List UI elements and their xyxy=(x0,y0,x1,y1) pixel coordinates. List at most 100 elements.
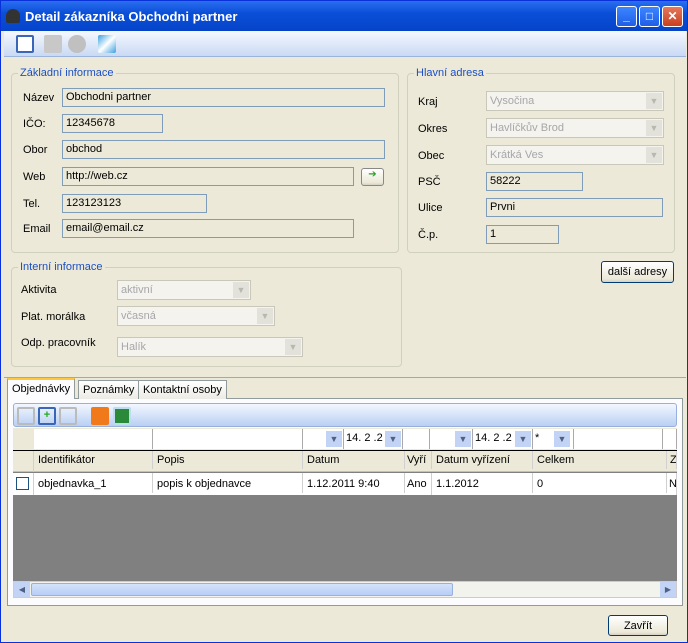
email-label: Email xyxy=(23,223,51,235)
user-icon xyxy=(6,9,20,23)
kraj-select[interactable]: Vysočina ▼ xyxy=(486,91,664,111)
table-row[interactable]: objednavka_1 popis k objednavce 1.12.201… xyxy=(13,473,677,495)
column-header[interactable]: Datum vyřízení xyxy=(432,451,533,469)
cp-label: Č.p. xyxy=(418,229,439,241)
kraj-value: Vysočina xyxy=(490,95,535,107)
filter-date2-value: 14. 2 .2 xyxy=(475,432,512,444)
pracovnik-select[interactable]: Halík ▼ xyxy=(117,337,303,357)
filter-datum-op[interactable]: ▼ xyxy=(303,429,344,449)
chart-icon[interactable] xyxy=(98,35,116,53)
chevron-down-icon: ▼ xyxy=(646,147,662,163)
cell-popis: popis k objednavce xyxy=(153,473,303,493)
pracovnik-label: Odp. pracovník xyxy=(21,337,96,349)
web-field[interactable]: http://web.cz xyxy=(62,167,354,186)
cell-z: Ne xyxy=(667,473,677,495)
row-checkbox[interactable] xyxy=(13,473,34,495)
basic-info-legend: Základní informace xyxy=(20,67,114,79)
tel-field[interactable]: 123123123 xyxy=(62,194,207,213)
more-addresses-button[interactable]: další adresy xyxy=(601,261,674,283)
grid-header: Identifikátor Popis Datum Vyří Datum vyř… xyxy=(13,451,677,472)
tab-objednavky[interactable]: Objednávky xyxy=(7,378,76,399)
column-header[interactable]: Vyří xyxy=(405,451,432,469)
cell-datum: 1.12.2011 9:40 xyxy=(303,473,405,493)
filter-celkem-op-value: * xyxy=(535,432,540,444)
chevron-down-icon: ▼ xyxy=(326,431,342,447)
filter-datum-vyrizeni-op[interactable]: ▼ xyxy=(430,429,473,449)
filter-datum-vyrizeni[interactable]: 14. 2 .2 ▼ xyxy=(473,429,533,449)
column-header[interactable]: Datum xyxy=(303,451,405,469)
tel-label: Tel. xyxy=(23,198,41,210)
cell-vyrizeno: Ano xyxy=(405,473,432,495)
psc-field[interactable]: 58222 xyxy=(486,172,583,191)
tab-kontaktni-osoby[interactable]: Kontaktní osoby xyxy=(138,380,227,399)
cp-field[interactable]: 1 xyxy=(486,225,559,244)
okres-select[interactable]: Havlíčkův Brod ▼ xyxy=(486,118,664,138)
chevron-down-icon: ▼ xyxy=(285,339,301,355)
chevron-down-icon: ▼ xyxy=(257,308,273,324)
psc-label: PSČ xyxy=(418,176,441,188)
column-header[interactable]: Celkem xyxy=(533,451,667,469)
email-field[interactable]: email@email.cz xyxy=(62,219,354,238)
aktivita-select[interactable]: aktivní ▼ xyxy=(117,280,251,300)
okres-label: Okres xyxy=(418,123,448,135)
internal-legend: Interní informace xyxy=(20,261,103,273)
column-header[interactable]: Z xyxy=(667,451,677,469)
save-icon xyxy=(44,35,62,53)
maximize-button[interactable]: □ xyxy=(639,6,660,27)
filter-date1-value: 14. 2 .2 xyxy=(346,432,383,444)
title-bar: Detail zákazníka Obchodni partner xyxy=(1,1,687,31)
filter-vyrizeno[interactable] xyxy=(403,429,430,449)
filter-datum[interactable]: 14. 2 .2 ▼ xyxy=(344,429,403,449)
chevron-down-icon: ▼ xyxy=(646,93,662,109)
filter-celkem[interactable] xyxy=(574,429,663,449)
add-icon[interactable]: + xyxy=(38,407,56,425)
web-label: Web xyxy=(23,171,46,183)
scroll-right-icon[interactable]: ▶ xyxy=(660,582,676,597)
column-header[interactable]: Popis xyxy=(153,451,303,469)
chevron-down-icon: ▼ xyxy=(233,282,249,298)
orders-grid: Identifikátor Popis Datum Vyří Datum vyř… xyxy=(13,450,677,581)
view-icon xyxy=(17,407,35,425)
ulice-field[interactable]: Prvni xyxy=(486,198,663,217)
filter-celkem-op[interactable]: * ▼ xyxy=(533,429,574,449)
cell-datum-vyrizeni: 1.1.2012 xyxy=(432,473,533,493)
moralka-value: včasná xyxy=(121,310,156,322)
aktivita-label: Aktivita xyxy=(21,284,57,296)
obec-value: Krátká Ves xyxy=(490,149,544,161)
chevron-down-icon: ▼ xyxy=(646,120,662,136)
column-header[interactable]: Identifikátor xyxy=(34,451,153,469)
window-title: Detail zákazníka Obchodni partner xyxy=(25,9,238,24)
obec-select[interactable]: Krátká Ves ▼ xyxy=(486,145,664,165)
scroll-left-icon[interactable]: ◀ xyxy=(14,582,30,597)
cell-celkem: 0 xyxy=(533,473,667,493)
cell-identifikator: objednavka_1 xyxy=(34,473,153,493)
edit-icon[interactable] xyxy=(16,35,34,53)
tab-poznamky[interactable]: Poznámky xyxy=(78,380,140,399)
minimize-button[interactable]: _ xyxy=(616,6,637,27)
open-web-button[interactable]: ➔ xyxy=(361,168,384,186)
excel-icon[interactable] xyxy=(113,407,131,425)
filter-popis[interactable] xyxy=(153,429,303,449)
filter-identifikator[interactable] xyxy=(34,429,153,449)
ico-field[interactable]: 12345678 xyxy=(62,114,163,133)
filter-z[interactable] xyxy=(663,429,677,449)
moralka-label: Plat. morálka xyxy=(21,311,86,323)
horizontal-scrollbar[interactable]: ◀ ▶ xyxy=(13,581,677,598)
print-icon[interactable] xyxy=(91,407,109,425)
name-field[interactable]: Obchodni partner xyxy=(62,88,385,107)
splitter[interactable] xyxy=(4,377,686,378)
moralka-select[interactable]: včasná ▼ xyxy=(117,306,275,326)
scrollbar-thumb[interactable] xyxy=(31,583,453,596)
close-dialog-button[interactable]: Zavřít xyxy=(608,615,668,636)
obor-field[interactable]: obchod xyxy=(62,140,385,159)
close-button[interactable]: ✕ xyxy=(662,6,683,27)
chevron-down-icon: ▼ xyxy=(385,431,401,447)
address-legend: Hlavní adresa xyxy=(416,67,484,79)
kraj-label: Kraj xyxy=(418,96,438,108)
delete-icon xyxy=(59,407,77,425)
obec-label: Obec xyxy=(418,150,445,162)
name-label: Název xyxy=(23,92,55,104)
pracovnik-value: Halík xyxy=(121,341,147,353)
chevron-down-icon: ▼ xyxy=(554,431,570,447)
customer-detail-window: Detail zákazníka Obchodni partner _ □ ✕ … xyxy=(0,0,688,643)
